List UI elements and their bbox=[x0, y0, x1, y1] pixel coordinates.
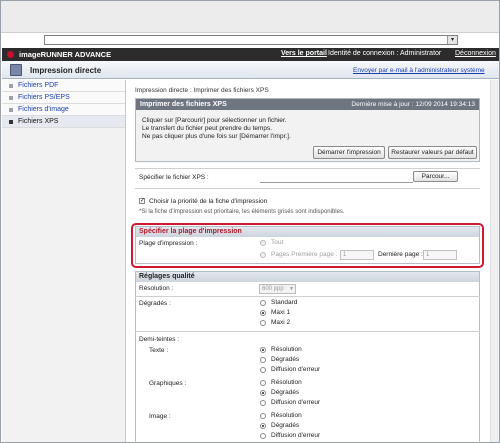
image-label: Image : bbox=[149, 413, 171, 420]
gradation-max2-radio[interactable] bbox=[260, 320, 266, 326]
divider bbox=[135, 331, 480, 332]
sidebar-item-label: Fichiers PDF bbox=[18, 82, 59, 89]
instruction-line: Le transfert du fichier peut prendre du … bbox=[142, 125, 273, 132]
address-bar[interactable]: ▾ bbox=[44, 35, 458, 45]
divider bbox=[135, 188, 480, 189]
address-dropdown-icon[interactable]: ▾ bbox=[447, 36, 457, 44]
graphics-gradation-radio[interactable] bbox=[260, 390, 266, 396]
range-pages-label: Pages Première page : bbox=[271, 251, 338, 258]
last-page-input[interactable]: 1 bbox=[423, 250, 457, 260]
sidebar-item-label: Fichiers XPS bbox=[18, 118, 59, 125]
radio-label: Dégradés bbox=[271, 356, 300, 363]
browse-button[interactable]: Parcour... bbox=[413, 171, 458, 182]
radio-label: Dégradés bbox=[271, 422, 300, 429]
image-gradation-radio[interactable] bbox=[260, 423, 266, 429]
page-title: Impression directe bbox=[30, 66, 102, 75]
sidebar-item-xps[interactable]: Fichiers XPS bbox=[2, 116, 125, 128]
gradation-label: Dégradés : bbox=[139, 300, 171, 307]
divider bbox=[135, 168, 480, 169]
radio-label: Maxi 1 bbox=[271, 309, 291, 316]
resolution-label: Résolution : bbox=[139, 285, 174, 292]
browser-toolbar bbox=[1, 1, 499, 33]
radio-label: Standard bbox=[271, 299, 298, 306]
radio-label: Résolution bbox=[271, 379, 302, 386]
range-all-label: Tout bbox=[271, 239, 284, 246]
image-error-diffusion-radio[interactable] bbox=[260, 433, 266, 439]
login-id-text: Identité de connexion : Administrator bbox=[328, 50, 442, 57]
breadcrumb: Impression directe : Imprimer des fichie… bbox=[135, 87, 269, 94]
file-label: Spécifier le fichier XPS : bbox=[139, 174, 209, 181]
range-all-radio[interactable] bbox=[260, 240, 266, 246]
restore-defaults-button[interactable]: Restaurer valeurs par défaut bbox=[388, 146, 477, 159]
priority-note: *Si la fiche d'impression est prioritair… bbox=[139, 209, 345, 215]
section-title: Spécifier la plage d'impression bbox=[136, 227, 479, 237]
gradation-standard-radio[interactable] bbox=[260, 300, 266, 306]
range-pages-radio[interactable] bbox=[260, 252, 266, 258]
range-label: Plage d'impression : bbox=[139, 240, 198, 247]
email-admin-link[interactable]: Envoyer par e-mail à l'administrateur sy… bbox=[353, 67, 485, 74]
priority-checkbox[interactable]: ✓ bbox=[139, 198, 145, 204]
sidebar: Fichiers PDF Fichiers PS/EPS Fichiers d'… bbox=[2, 80, 126, 442]
page-subheader: Impression directe Envoyer par e-mail à … bbox=[2, 61, 499, 79]
text-resolution-radio[interactable] bbox=[260, 347, 266, 353]
radio-label: Maxi 2 bbox=[271, 319, 291, 326]
canon-logo-icon bbox=[7, 51, 14, 58]
brand-name: imageRUNNER ADVANCE bbox=[19, 50, 112, 59]
portal-link[interactable]: Vers le portail bbox=[281, 50, 327, 57]
priority-label: Choisir la priorité de la fiche d'impres… bbox=[149, 198, 268, 205]
radio-label: Dégradés bbox=[271, 389, 300, 396]
first-page-input[interactable]: 1 bbox=[340, 250, 374, 260]
graphics-error-diffusion-radio[interactable] bbox=[260, 400, 266, 406]
resolution-select[interactable]: 600 ppp ▼ bbox=[259, 284, 296, 294]
instruction-line: Ne pas cliquer plus d'une fois sur [Déma… bbox=[142, 133, 291, 140]
radio-label: Résolution bbox=[271, 346, 302, 353]
resolution-value: 600 ppp bbox=[262, 286, 284, 292]
browser-window: ▾ imageRUNNER ADVANCE Vers le portail Id… bbox=[0, 0, 500, 443]
panel-title: Imprimer des fichiers XPS bbox=[140, 101, 227, 108]
radio-label: Diffusion d'erreur bbox=[271, 366, 321, 373]
graphics-resolution-radio[interactable] bbox=[260, 380, 266, 386]
radio-label: Diffusion d'erreur bbox=[271, 399, 321, 406]
sidebar-item-label: Fichiers d'image bbox=[18, 106, 69, 113]
section-title: Réglages qualité bbox=[136, 272, 479, 282]
sidebar-item-ps-eps[interactable]: Fichiers PS/EPS bbox=[2, 92, 125, 104]
file-path-input[interactable] bbox=[260, 173, 413, 183]
start-print-button[interactable]: Démarrer l'impression bbox=[313, 146, 385, 159]
last-page-label: Dernière page : bbox=[378, 251, 423, 258]
top-header: imageRUNNER ADVANCE Vers le portail Iden… bbox=[2, 48, 499, 61]
gradation-max1-radio[interactable] bbox=[260, 310, 266, 316]
sidebar-item-pdf[interactable]: Fichiers PDF bbox=[2, 80, 125, 92]
graphics-label: Graphiques : bbox=[149, 380, 187, 387]
print-xps-panel: Imprimer des fichiers XPS Dernière mise … bbox=[135, 98, 480, 162]
radio-label: Résolution bbox=[271, 412, 302, 419]
sidebar-item-image[interactable]: Fichiers d'image bbox=[2, 104, 125, 116]
instruction-line: Cliquer sur [Parcourir] pour sélectionne… bbox=[142, 117, 287, 124]
scrollbar[interactable] bbox=[490, 80, 499, 442]
last-updated: Dernière mise à jour : 12/09 2014 19:34:… bbox=[351, 101, 475, 108]
radio-label: Diffusion d'erreur bbox=[271, 432, 321, 439]
text-gradation-radio[interactable] bbox=[260, 357, 266, 363]
text-error-diffusion-radio[interactable] bbox=[260, 367, 266, 373]
halftone-label: Demi-teintes : bbox=[139, 336, 180, 343]
printer-icon bbox=[10, 64, 22, 76]
text-label: Texte : bbox=[149, 347, 169, 354]
logout-link[interactable]: Déconnexion bbox=[455, 50, 496, 57]
sidebar-item-label: Fichiers PS/EPS bbox=[18, 94, 70, 101]
panel-instructions: Cliquer sur [Parcourir] pour sélectionne… bbox=[142, 117, 291, 141]
chevron-down-icon: ▼ bbox=[289, 286, 294, 292]
divider bbox=[135, 296, 480, 297]
image-resolution-radio[interactable] bbox=[260, 413, 266, 419]
